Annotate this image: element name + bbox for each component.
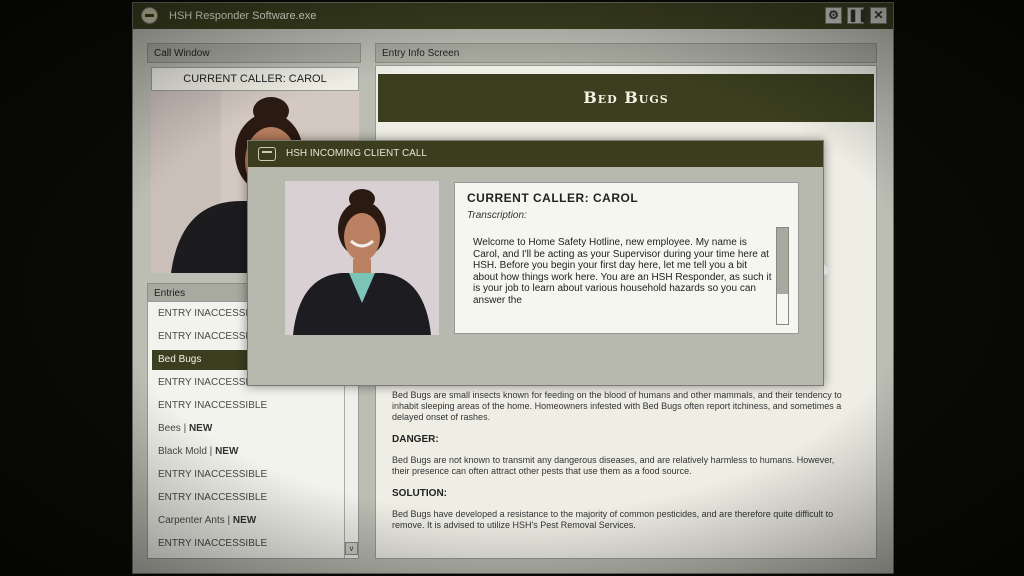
list-item[interactable]: ENTRY INACCESSIBLE: [152, 534, 344, 554]
new-badge: NEW: [232, 515, 257, 526]
entry-description: Bed Bugs are small insects known for fee…: [392, 390, 842, 422]
caller-photo: [285, 181, 439, 335]
transcription-label: Transcription:: [467, 210, 527, 221]
dialog-title: HSH INCOMING CLIENT CALL: [286, 148, 427, 159]
transcript-panel: CURRENT CALLER: CAROL Transcription: Wel…: [454, 182, 799, 334]
list-item[interactable]: ENTRY INACCESSIBLE: [152, 396, 344, 416]
window-title: HSH Responder Software.exe: [169, 10, 317, 22]
entry-info-header: Entry Info Screen: [375, 43, 877, 63]
transcript-scrollbar[interactable]: [776, 227, 789, 325]
title-bar: HSH Responder Software.exe ⚙ ❚❚ ✕: [133, 3, 893, 29]
new-badge: NEW: [215, 446, 239, 457]
entry-label: Bees |: [158, 423, 189, 434]
close-icon[interactable]: ✕: [870, 7, 887, 24]
hsh-logo-icon: [141, 7, 158, 24]
list-item[interactable]: ENTRY INACCESSIBLE: [152, 465, 344, 485]
dialog-caller-name: CURRENT CALLER: CAROL: [467, 191, 639, 205]
call-window-header: Call Window: [147, 43, 361, 63]
list-item[interactable]: Bees | NEW: [152, 419, 344, 439]
entry-label: ENTRY INACCESSIBLE: [158, 400, 268, 411]
settings-icon[interactable]: ⚙: [825, 7, 842, 24]
call-window-caller-label: CURRENT CALLER: CAROL: [151, 67, 359, 91]
pause-icon[interactable]: ❚❚: [847, 7, 868, 24]
list-item[interactable]: Carpenter Ants | NEW: [152, 511, 344, 531]
entry-label: ENTRY INACCESSIBLE: [158, 492, 268, 503]
list-item[interactable]: ENTRY INACCESSIBLE: [152, 488, 344, 508]
entry-label: ENTRY INACCESSIBLE: [158, 538, 268, 549]
entry-label: Black Mold |: [158, 446, 216, 457]
scroll-down-button[interactable]: v: [345, 542, 358, 555]
incoming-call-dialog: HSH INCOMING CLIENT CALL CURRENT CALLER:…: [247, 140, 824, 386]
scroll-thumb[interactable]: [777, 228, 788, 294]
solution-label: SOLUTION:: [392, 488, 447, 499]
entry-title: Bed Bugs: [378, 74, 874, 122]
list-item[interactable]: Black Mold | NEW: [152, 442, 344, 462]
entry-label: Bed Bugs: [158, 354, 202, 365]
dialog-title-bar: HSH INCOMING CLIENT CALL: [248, 141, 823, 167]
entry-label: ENTRY INACCESSIBLE: [158, 469, 268, 480]
phone-icon: [258, 147, 276, 161]
new-badge: NEW: [188, 423, 213, 434]
danger-label: DANGER:: [392, 434, 439, 445]
danger-text: Bed Bugs are not known to transmit any d…: [392, 455, 835, 476]
solution-text: Bed Bugs have developed a resistance to …: [392, 509, 834, 530]
transcription-text: Welcome to Home Safety Hotline, new empl…: [473, 237, 772, 306]
entry-label: Carpenter Ants |: [158, 515, 233, 526]
